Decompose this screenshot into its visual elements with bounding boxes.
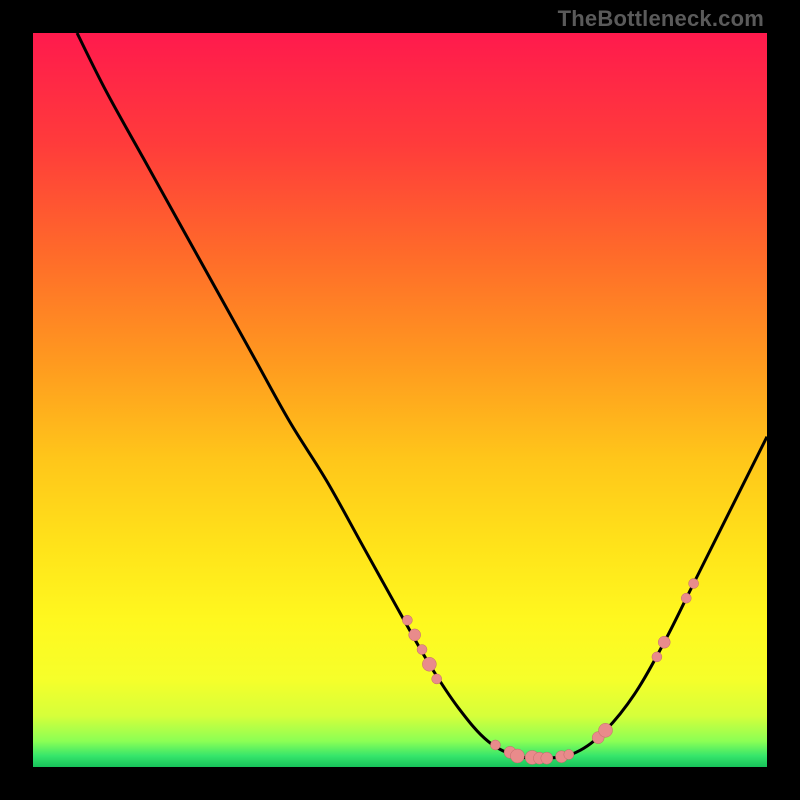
data-marker	[652, 652, 662, 662]
watermark-text: TheBottleneck.com	[558, 6, 764, 32]
data-marker	[417, 645, 427, 655]
plot-area	[33, 33, 767, 767]
data-marker	[541, 752, 553, 764]
data-marker	[681, 593, 691, 603]
data-markers	[402, 579, 698, 765]
data-marker	[564, 750, 574, 760]
data-marker	[402, 615, 412, 625]
chart-frame: TheBottleneck.com	[0, 0, 800, 800]
data-marker	[409, 629, 421, 641]
data-marker	[599, 723, 613, 737]
data-marker	[432, 674, 442, 684]
data-marker	[490, 740, 500, 750]
data-marker	[689, 579, 699, 589]
data-marker	[422, 657, 436, 671]
data-marker	[510, 749, 524, 763]
data-marker	[658, 636, 670, 648]
bottleneck-curve	[33, 33, 767, 767]
